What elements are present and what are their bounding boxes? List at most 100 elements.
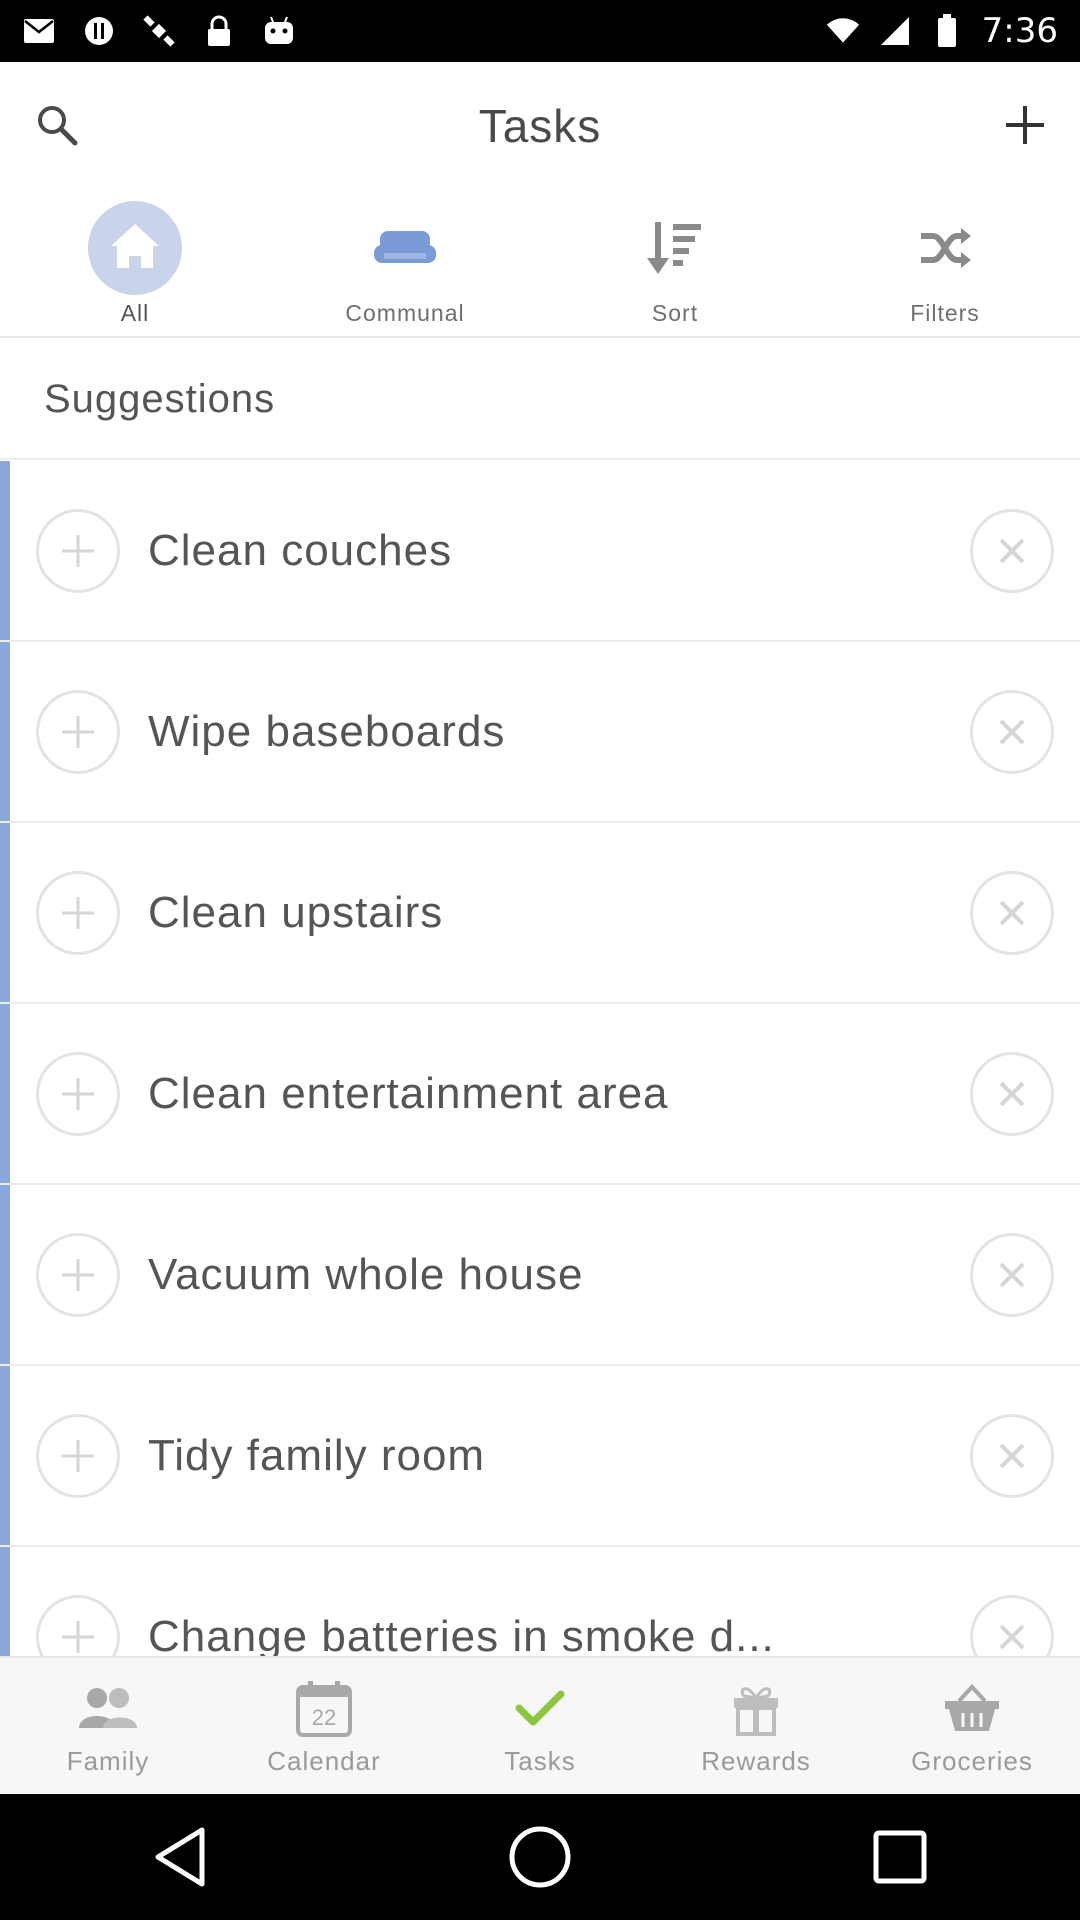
nav-calendar[interactable]: 22 Calendar: [216, 1658, 432, 1794]
list-item[interactable]: Change batteries in smoke d...: [0, 1547, 1080, 1656]
list-item[interactable]: Vacuum whole house: [0, 1185, 1080, 1366]
list-item-label: Clean upstairs: [148, 887, 444, 937]
recents-button[interactable]: [860, 1817, 940, 1897]
list-item-label: Vacuum whole house: [148, 1249, 584, 1299]
nav-family[interactable]: Family: [0, 1658, 216, 1794]
add-suggestion-button[interactable]: [36, 1413, 120, 1498]
plus-circle-icon: [62, 1258, 94, 1291]
close-icon: [999, 1443, 1025, 1468]
tab-all[interactable]: All: [0, 190, 270, 336]
suggestions-title: Suggestions: [44, 376, 276, 421]
plus-circle-icon: [62, 1077, 94, 1110]
status-left: [22, 14, 296, 48]
suggestions-header: Suggestions: [0, 340, 1080, 460]
list-item-label: Clean couches: [148, 525, 453, 575]
category-tabs: All Communal Sort Filters: [0, 190, 1080, 338]
recents-icon: [873, 1830, 927, 1884]
search-button[interactable]: [22, 92, 92, 162]
nav-tasks-label: Tasks: [504, 1745, 576, 1776]
plus-icon: [1004, 104, 1046, 151]
dismiss-suggestion-button[interactable]: [970, 1594, 1054, 1656]
shuffle-icon: [897, 200, 993, 296]
add-suggestion-button[interactable]: [36, 689, 120, 774]
home-icon: [87, 200, 183, 296]
tab-filters-label: Filters: [910, 300, 980, 326]
list-item[interactable]: Clean couches: [0, 461, 1080, 642]
close-icon: [999, 538, 1025, 563]
list-item-label: Change batteries in smoke d...: [148, 1611, 775, 1657]
suggestion-list: Clean couches Wipe baseboards Clean upst…: [0, 461, 1080, 1656]
dismiss-suggestion-button[interactable]: [970, 1232, 1054, 1317]
nav-family-label: Family: [66, 1745, 150, 1776]
back-button[interactable]: [140, 1817, 220, 1897]
basket-icon: [937, 1676, 1007, 1740]
tab-communal-label: Communal: [345, 300, 465, 326]
dismiss-suggestion-button[interactable]: [970, 870, 1054, 955]
mail-icon: [22, 14, 56, 48]
lock-icon: [202, 14, 236, 48]
nav-rewards[interactable]: Rewards: [648, 1658, 864, 1794]
nav-rewards-label: Rewards: [701, 1745, 811, 1776]
app-header: Tasks: [0, 62, 1080, 190]
check-icon: [505, 1676, 575, 1740]
home-circle-icon: [509, 1826, 571, 1888]
tab-filters[interactable]: Filters: [810, 190, 1080, 336]
status-time: 7:36: [981, 11, 1058, 51]
plus-circle-icon: [62, 534, 94, 567]
add-suggestion-button[interactable]: [36, 508, 120, 593]
tab-communal[interactable]: Communal: [270, 190, 540, 336]
status-bar: 7:36: [0, 0, 1080, 62]
tab-all-label: All: [120, 300, 150, 326]
add-suggestion-button[interactable]: [36, 870, 120, 955]
list-item[interactable]: Clean upstairs: [0, 823, 1080, 1004]
add-suggestion-button[interactable]: [36, 1051, 120, 1136]
close-icon: [999, 719, 1025, 744]
system-nav-bar: [0, 1794, 1080, 1920]
plus-circle-icon: [62, 1439, 94, 1472]
android-icon: [262, 14, 296, 48]
home-button[interactable]: [500, 1817, 580, 1897]
close-icon: [999, 1081, 1025, 1106]
plus-circle-icon: [62, 896, 94, 929]
list-item-label: Tidy family room: [148, 1430, 486, 1480]
status-right: 7:36: [826, 11, 1058, 51]
dismiss-suggestion-button[interactable]: [970, 689, 1054, 774]
search-icon: [35, 103, 79, 152]
dismiss-suggestion-button[interactable]: [970, 508, 1054, 593]
satellite-icon: [142, 14, 176, 48]
sort-icon: [627, 200, 723, 296]
nav-calendar-label: Calendar: [267, 1745, 381, 1776]
list-item-label: Clean entertainment area: [148, 1068, 669, 1118]
plus-circle-icon: [62, 715, 94, 748]
close-icon: [999, 1262, 1025, 1287]
gift-icon: [721, 1676, 791, 1740]
nav-groceries-label: Groceries: [911, 1745, 1033, 1776]
alert-icon: [82, 14, 116, 48]
dismiss-suggestion-button[interactable]: [970, 1051, 1054, 1136]
list-item[interactable]: Tidy family room: [0, 1366, 1080, 1547]
add-suggestion-button[interactable]: [36, 1594, 120, 1656]
plus-circle-icon: [62, 1620, 94, 1653]
page-title: Tasks: [478, 100, 602, 152]
nav-tasks[interactable]: Tasks: [432, 1658, 648, 1794]
calendar-icon: 22: [289, 1676, 359, 1740]
tab-sort[interactable]: Sort: [540, 190, 810, 336]
signal-icon: [878, 14, 912, 48]
calendar-day: 22: [312, 1705, 336, 1730]
list-item[interactable]: Clean entertainment area: [0, 1004, 1080, 1185]
list-item[interactable]: Wipe baseboards: [0, 642, 1080, 823]
nav-groceries[interactable]: Groceries: [864, 1658, 1080, 1794]
list-item-label: Wipe baseboards: [148, 706, 506, 756]
battery-icon: [930, 14, 964, 48]
add-suggestion-button[interactable]: [36, 1232, 120, 1317]
dismiss-suggestion-button[interactable]: [970, 1413, 1054, 1498]
wifi-icon: [826, 14, 860, 48]
family-icon: [73, 1676, 143, 1740]
add-task-button[interactable]: [990, 92, 1060, 162]
back-icon: [155, 1827, 205, 1887]
bottom-nav: Family 22 Calendar Tasks Rewards Groceri…: [0, 1656, 1080, 1794]
couch-icon: [357, 200, 453, 296]
close-icon: [999, 900, 1025, 925]
close-icon: [999, 1624, 1025, 1649]
tab-sort-label: Sort: [651, 300, 699, 326]
